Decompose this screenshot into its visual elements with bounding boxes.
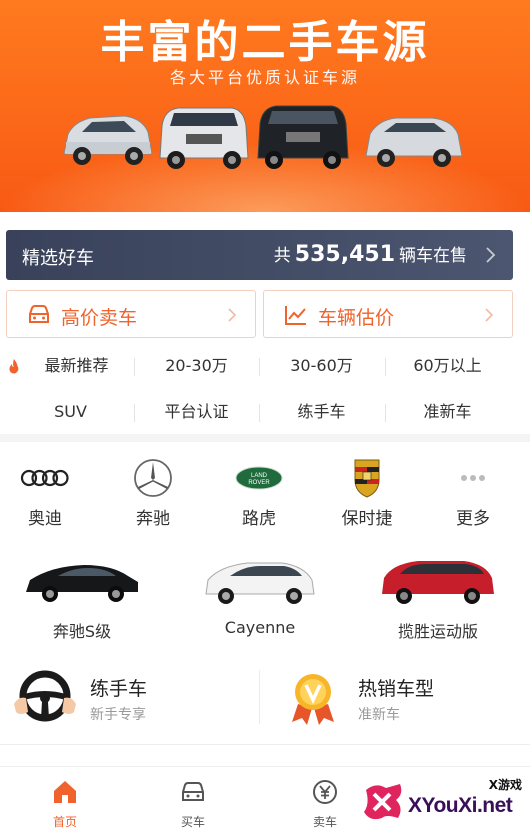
featured-suffix: 辆车在售 [399,246,467,266]
land-rover-logo-icon: LAND ROVER [235,466,283,490]
hero-banner[interactable]: 丰富的二手车源 各大平台优质认证车源 [0,0,530,212]
brand-land-rover[interactable]: LAND ROVER 路虎 [214,458,304,530]
filter-row-2: SUV 平台认证 练手车 准新车 [0,392,530,432]
brand-name: 保时捷 [341,509,393,529]
featured-count: 535,451 [294,242,395,267]
watermark-site: XYouXi.net [408,794,513,817]
filter-suv[interactable]: SUV [8,392,133,432]
model-name: Cayenne [224,618,296,637]
land-rover-logo-text: LAND [251,473,268,479]
featured-cars-bar[interactable]: 精选好车 共 535,451 辆车在售 [6,230,513,280]
car-evaluation-button[interactable]: 车辆估价 [263,290,513,338]
model-mercedes-s-class[interactable]: 奔驰S级 [12,552,152,644]
car-front-icon [29,305,49,323]
promo-practice-car[interactable]: 练手车 新手专享 [12,668,262,728]
model-range-rover-sport[interactable]: 揽胜运动版 [368,552,508,644]
tab-buy-car[interactable]: 买车 [128,767,258,832]
mercedes-s-class-car-image [26,565,138,602]
land-rover-logo-text: ROVER [248,480,270,486]
brand-more[interactable]: 更多 [428,458,518,530]
tab-label: 首页 [52,815,77,829]
promo-title: 练手车 [90,678,148,700]
brand-audi[interactable]: 奥迪 [0,458,90,530]
promo-subtitle: 准新车 [358,707,400,723]
car-evaluation-label: 车辆估价 [318,307,395,329]
filter-20-30[interactable]: 20-30万 [134,346,259,386]
filter-certified[interactable]: 平台认证 [134,392,259,432]
sell-car-label: 高价卖车 [61,307,138,329]
porsche-logo-icon [354,459,380,498]
filter-practice-car[interactable]: 练手车 [259,392,384,432]
chevron-right-icon [228,308,237,322]
medal-badge-icon [292,674,334,725]
promo-hot-models[interactable]: 热销车型 准新车 [280,668,530,728]
site-watermark: XYouXi.net X游戏 [360,770,530,832]
filter-row-1: 最新推荐 20-30万 30-60万 60万以上 [0,346,530,386]
section-separator [0,434,530,442]
chevron-right-icon [485,308,494,322]
brand-name: 奔驰 [136,509,170,529]
brand-name: 更多 [456,509,490,529]
banner-cars-illustration [63,105,463,169]
banner-title: 丰富的二手车源 [100,17,430,68]
model-cayenne[interactable]: Cayenne [190,552,330,644]
brand-porsche[interactable]: 保时捷 [322,458,412,530]
brand-mercedes[interactable]: 奔驰 [108,458,198,530]
brand-name: 路虎 [242,509,276,529]
banner-subtitle: 各大平台优质认证车源 [169,68,360,87]
range-rover-sport-car-image [382,561,494,604]
promo-divider [259,670,260,724]
tab-home[interactable]: 首页 [0,767,130,832]
content-bottom-divider [0,744,530,745]
steering-wheel-icon [14,670,76,722]
watermark-tag: X游戏 [488,778,522,792]
featured-prefix: 共 [273,246,291,266]
cayenne-car-image [205,562,315,604]
promo-title: 热销车型 [358,678,435,700]
brand-name: 奥迪 [28,509,62,529]
filter-nearly-new[interactable]: 准新车 [385,392,510,432]
chart-trend-icon [285,306,306,325]
featured-label: 精选好车 [22,248,94,269]
tab-label: 买车 [180,815,205,829]
watermark-logo-icon [364,784,402,820]
yuan-circle-icon [313,780,337,804]
car-outline-icon [182,782,204,801]
model-name: 揽胜运动版 [397,622,478,641]
sell-car-button[interactable]: 高价卖车 [6,290,256,338]
promo-subtitle: 新手专享 [90,707,146,723]
model-name: 奔驰S级 [52,622,112,641]
home-icon [54,781,76,803]
chevron-right-icon [486,247,496,263]
filter-60-plus[interactable]: 60万以上 [385,346,510,386]
more-dots-icon [461,475,485,481]
featured-count-text: 共 535,451 辆车在售 [274,241,467,267]
filter-latest[interactable]: 最新推荐 [14,346,139,386]
filter-30-60[interactable]: 30-60万 [259,346,384,386]
mercedes-logo-icon [134,459,172,497]
audi-logo-icon [20,469,69,487]
